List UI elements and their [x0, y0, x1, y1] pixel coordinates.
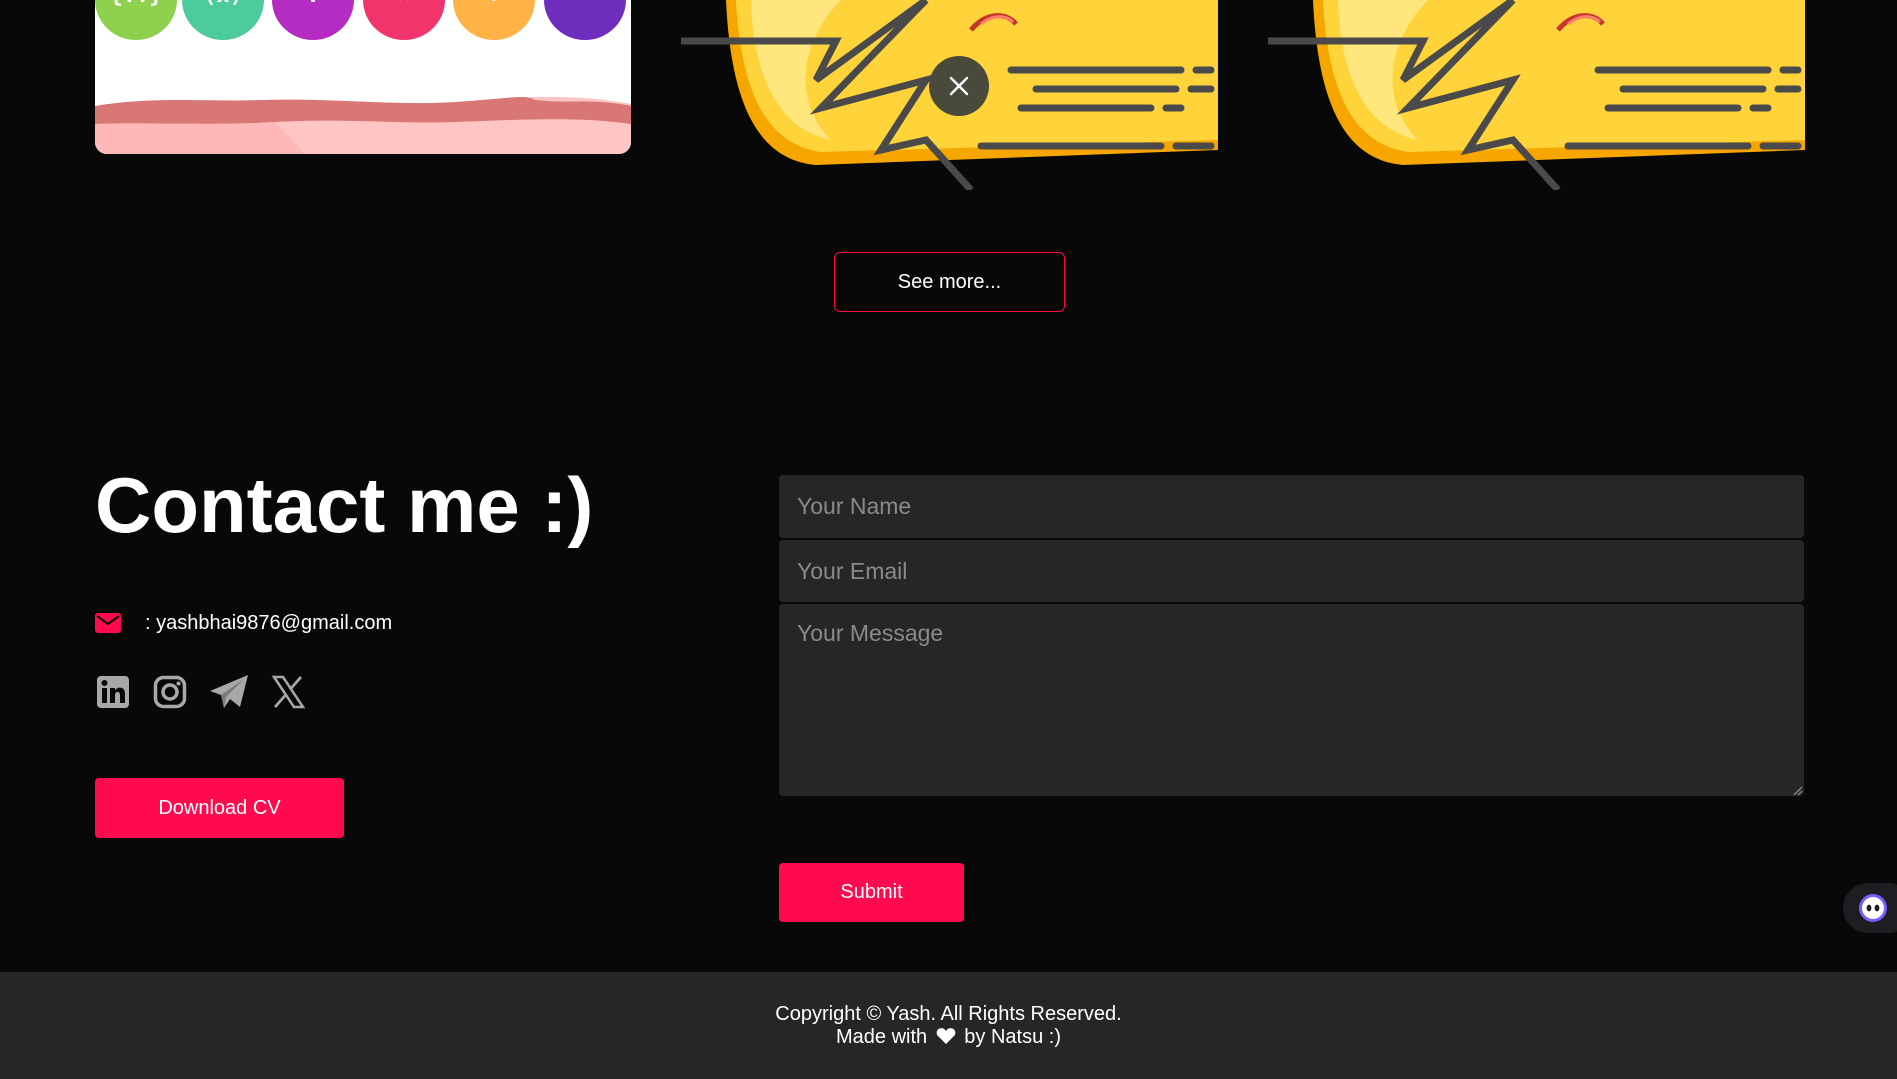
project-thumbnail-3[interactable] — [1268, 0, 1805, 190]
symbol-circle: (x) — [182, 0, 264, 40]
message-textarea[interactable] — [779, 604, 1804, 796]
symbol-circle: × — [363, 0, 445, 40]
symbol-circles: {..} (x) : × + − — [95, 0, 631, 40]
heart-icon — [936, 1028, 956, 1044]
download-cv-button[interactable]: Download CV — [95, 778, 344, 838]
social-links — [95, 672, 327, 712]
email-input[interactable] — [779, 540, 1804, 602]
telegram-link[interactable] — [209, 672, 249, 712]
instagram-link[interactable] — [152, 672, 188, 712]
resize-handle-icon[interactable] — [1791, 784, 1803, 796]
symbol-circle: {..} — [95, 0, 177, 40]
page: {..} (x) : × + − — [0, 0, 1897, 1079]
see-more-button[interactable]: See more... — [834, 252, 1065, 312]
linkedin-link[interactable] — [95, 672, 131, 712]
instagram-icon — [153, 675, 187, 709]
email-text[interactable]: : yashbhai9876@gmail.com — [145, 612, 392, 635]
assistant-face-icon — [1859, 894, 1887, 922]
telegram-icon — [210, 675, 248, 708]
close-icon — [949, 76, 969, 96]
x-twitter-link[interactable] — [270, 672, 306, 712]
close-button[interactable] — [929, 56, 989, 116]
email-row: : yashbhai9876@gmail.com — [95, 608, 392, 638]
name-input[interactable] — [779, 475, 1804, 538]
copyright-text: Copyright © Yash. All Rights Reserved. — [775, 1003, 1122, 1025]
symbol-circle: : — [272, 0, 354, 40]
x-twitter-icon — [271, 675, 305, 709]
linkedin-icon — [97, 676, 129, 708]
made-with-prefix: Made with — [836, 1026, 928, 1048]
symbol-circle: − — [544, 0, 626, 40]
symbol-circle: + — [453, 0, 535, 40]
envelope-icon — [95, 613, 121, 633]
project-card-code-symbols[interactable]: {..} (x) : × + − — [95, 0, 631, 154]
footer: Copyright © Yash. All Rights Reserved. M… — [0, 972, 1897, 1079]
submit-button[interactable]: Submit — [779, 863, 964, 922]
wave-decoration — [95, 96, 631, 154]
made-with-line: Made with by Natsu :) — [0, 1026, 1897, 1049]
assistant-widget-button[interactable] — [1843, 883, 1897, 933]
contact-title: Contact me :) — [95, 461, 594, 549]
made-with-suffix: by Natsu :) — [964, 1026, 1061, 1048]
